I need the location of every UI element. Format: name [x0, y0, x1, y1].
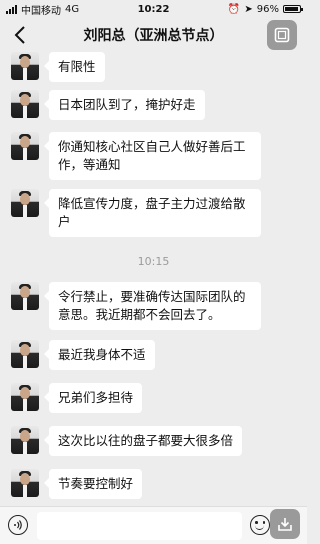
- avatar[interactable]: [11, 426, 39, 454]
- voice-icon[interactable]: [8, 515, 28, 535]
- more-icon[interactable]: [267, 20, 297, 50]
- chat-timestamp: 10:15: [137, 255, 170, 268]
- battery-label: 96%: [256, 3, 279, 15]
- avatar[interactable]: [11, 52, 39, 80]
- message-bubble: 降低宣传力度，盘子主力过渡给散户: [44, 189, 261, 237]
- avatar[interactable]: [11, 282, 39, 310]
- chat-header: 刘阳总（亚洲总节点）: [0, 18, 307, 52]
- avatar[interactable]: [11, 189, 39, 217]
- battery-icon: [282, 5, 303, 13]
- avatar[interactable]: [11, 90, 39, 118]
- message-bubble: 你通知核心社区自己人做好善后工作，等通知: [44, 132, 261, 180]
- message-row: 最近我身体不适: [11, 340, 155, 370]
- back-arrow-icon[interactable]: [10, 25, 30, 45]
- signal-icon: [6, 4, 17, 14]
- message-row: 你通知核心社区自己人做好善后工作，等通知: [11, 132, 261, 180]
- message-bubble: 这次比以往的盘子都要大很多倍: [43, 426, 243, 456]
- message-bubble: 兄弟们多担待: [43, 383, 143, 413]
- message-row: 日本团队到了，掩护好走: [11, 90, 205, 120]
- message-bubble: 节奏要控制好: [43, 469, 143, 499]
- message-bubble: 最近我身体不适: [44, 340, 155, 370]
- message-row: 降低宣传力度，盘子主力过渡给散户: [11, 189, 261, 237]
- status-right: ⏰ ➤ 96%: [227, 3, 303, 15]
- avatar[interactable]: [11, 132, 39, 160]
- message-input[interactable]: [37, 512, 242, 540]
- status-left: 中国移动 4G: [6, 2, 79, 17]
- message-bubble: 日本团队到了，掩护好走: [44, 90, 205, 120]
- message-list: 有限性 日本团队到了，掩护好走 你通知核心社区自己人做好善后工作，等通知 降低宣…: [0, 52, 307, 506]
- chat-title: 刘阳总（亚洲总节点）: [83, 28, 224, 44]
- emoji-icon[interactable]: [250, 515, 270, 535]
- avatar[interactable]: [11, 340, 39, 368]
- status-bar: 中国移动 4G 10:22 ⏰ ➤ 96%: [0, 0, 307, 18]
- status-time: 10:22: [137, 3, 170, 15]
- message-row: 有限性: [11, 52, 105, 82]
- avatar[interactable]: [11, 469, 39, 497]
- network-label: 4G: [65, 3, 80, 15]
- message-row: 兄弟们多担待: [11, 383, 143, 413]
- message-row: 这次比以往的盘子都要大很多倍: [11, 426, 243, 456]
- alarm-icon: ⏰: [227, 3, 241, 15]
- message-bubble: 有限性: [44, 52, 105, 82]
- message-row: 节奏要控制好: [11, 469, 143, 499]
- avatar[interactable]: [11, 383, 39, 411]
- message-bubble: 令行禁止，要准确传达国际团队的意思。我近期都不会回去了。: [44, 282, 261, 330]
- location-icon: ➤: [244, 3, 253, 15]
- input-bar: [0, 506, 307, 544]
- download-icon[interactable]: [270, 509, 300, 539]
- carrier-label: 中国移动: [21, 5, 61, 17]
- message-row: 令行禁止，要准确传达国际团队的意思。我近期都不会回去了。: [11, 282, 261, 330]
